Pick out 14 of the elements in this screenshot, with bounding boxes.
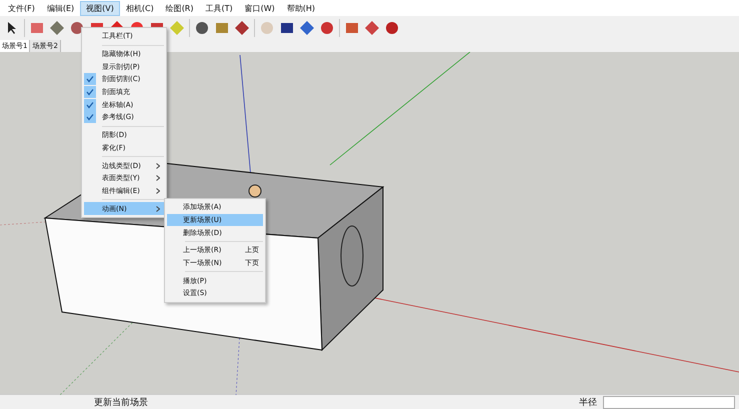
measurement-field[interactable]: [603, 396, 735, 408]
menu-item[interactable]: 窗口(W): [238, 0, 281, 16]
measurement-label: 半径: [579, 396, 597, 408]
menu-item[interactable]: 绘图(R): [160, 0, 200, 16]
menu-item[interactable]: 视图(V): [80, 0, 120, 16]
menu-item[interactable]: 帮助(H): [280, 0, 322, 16]
menu-item[interactable]: 编辑(E): [40, 0, 80, 16]
dashed-axis-line: [0, 222, 46, 226]
status-message: 更新当前场景: [94, 396, 148, 408]
menu-item[interactable]: 文件(F): [2, 0, 41, 16]
menu-item[interactable]: 工具(T): [200, 0, 239, 16]
menu-item[interactable]: 相机(C): [120, 0, 160, 16]
model-viewport[interactable]: [0, 52, 739, 394]
chevron-icon: [156, 206, 160, 212]
